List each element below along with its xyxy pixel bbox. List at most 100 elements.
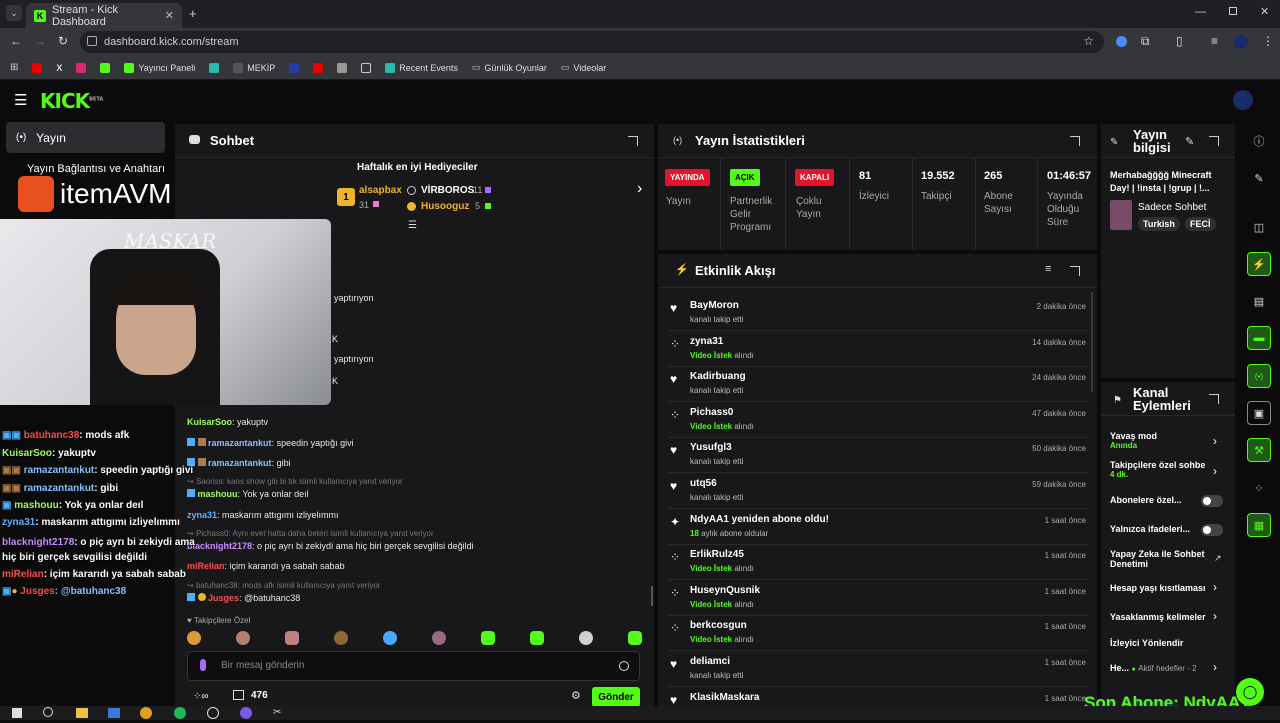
spotify-icon[interactable] (174, 707, 186, 719)
edit-pencil-icon[interactable]: ✎ (1185, 135, 1194, 148)
pin-icon[interactable]: ☰ (408, 220, 417, 231)
bookmark-teal[interactable] (209, 62, 220, 73)
bookmark-red[interactable] (313, 62, 324, 73)
chat-settings-gear-icon[interactable]: ⚙ (571, 689, 581, 702)
chrome-icon[interactable] (140, 707, 152, 719)
activity-user[interactable]: zyna31 (690, 336, 723, 347)
chevron-right-icon[interactable]: › (1213, 464, 1217, 478)
emote[interactable] (579, 631, 593, 645)
edit-icon[interactable]: ✎ (1247, 166, 1271, 190)
windows-start-icon[interactable] (12, 708, 22, 718)
kick-points-icon[interactable]: ⁘∞ (193, 691, 209, 702)
emote[interactable] (383, 631, 397, 645)
bookmark-videolar[interactable]: ▭ Videolar (561, 62, 606, 73)
profile-avatar[interactable] (1234, 35, 1248, 49)
browser-tab[interactable]: K Stream - Kick Dashboard ✕ (26, 3, 182, 28)
gifters-next-chevron-icon[interactable]: › (637, 180, 642, 198)
bookmark-blue[interactable] (289, 62, 300, 73)
chat-popout-icon[interactable] (628, 136, 638, 146)
activity-user[interactable]: Kadirbuang (690, 371, 746, 382)
store-icon[interactable] (233, 690, 244, 700)
external-link-icon[interactable]: ↗ (1214, 553, 1222, 564)
info-icon[interactable]: ⓘ (1247, 129, 1271, 153)
bookmark-yayinci-paneli[interactable]: Yayıncı Paneli (124, 62, 195, 73)
youtube-bookmark[interactable] (32, 62, 43, 73)
mail-icon[interactable] (108, 708, 120, 718)
activity-popout-icon[interactable] (1070, 266, 1080, 276)
kick-bookmark[interactable] (100, 62, 111, 73)
action-raid[interactable]: İzleyici Yönlendir (1110, 638, 1183, 648)
queue-icon[interactable]: ≡ (1211, 34, 1218, 48)
emote[interactable] (481, 631, 495, 645)
emote[interactable] (187, 631, 201, 645)
nav-item-yayin[interactable]: (•) Yayın (6, 122, 165, 153)
apps-icon[interactable]: ⊞ (10, 62, 18, 73)
bookmark-image[interactable] (361, 62, 372, 73)
activity-user[interactable]: HuseynQusnik (690, 585, 760, 596)
filter-icon[interactable]: ≡ (1045, 263, 1051, 275)
activity-user[interactable]: BayMoron (690, 300, 739, 311)
reload-icon[interactable]: ↻ (58, 34, 68, 48)
new-tab-icon[interactable]: + (189, 6, 197, 21)
lightning-icon[interactable]: ⚡ (1247, 252, 1271, 276)
capcut-icon[interactable]: ✂ (273, 707, 281, 718)
bookmark-recent-events[interactable]: Recent Events (385, 62, 458, 73)
activity-user[interactable]: KlasikMaskara (690, 692, 760, 703)
activity-user[interactable]: berkcosgun (690, 620, 747, 631)
emote[interactable] (236, 631, 250, 645)
chat-icon[interactable]: ▬ (1247, 326, 1271, 350)
minimize-icon[interactable]: — (1195, 6, 1206, 18)
emote[interactable] (285, 631, 299, 645)
document-icon[interactable]: ▤ (1247, 289, 1271, 313)
extension-icon[interactable] (1116, 36, 1127, 47)
bookmark-star-icon[interactable]: ☆ (1083, 34, 1094, 48)
terminal-icon[interactable]: ▣ (1247, 401, 1271, 425)
activity-user[interactable]: Yusufgl3 (690, 442, 732, 453)
chevron-right-icon[interactable]: › (1213, 434, 1217, 448)
tab-close-icon[interactable]: ✕ (165, 9, 174, 22)
microphone-icon[interactable] (200, 659, 206, 671)
stream-info-popout-icon[interactable] (1209, 136, 1219, 146)
restore-icon[interactable] (1229, 7, 1237, 15)
obs-icon[interactable] (207, 707, 219, 719)
file-explorer-icon[interactable] (76, 708, 88, 718)
emote[interactable] (334, 631, 348, 645)
emoji-icon[interactable] (619, 661, 629, 671)
activity-user[interactable]: Pichass0 (690, 407, 733, 418)
browser-menu-icon[interactable]: ⋮ (1262, 34, 1274, 48)
toggle-subscribers-only[interactable] (1201, 495, 1223, 507)
bookmark-mekip[interactable]: MEKİP (233, 62, 275, 73)
bookmark-gray[interactable] (337, 62, 348, 73)
instagram-bookmark[interactable] (76, 62, 87, 73)
emote[interactable] (432, 631, 446, 645)
tab-list-chevron-icon[interactable]: ⌄ (6, 5, 22, 21)
broadcast-icon[interactable]: (•) (1247, 364, 1271, 388)
send-button[interactable]: Gönder (592, 687, 640, 707)
activity-user[interactable]: ErlikRulz45 (690, 549, 744, 560)
back-icon[interactable]: ← (10, 34, 22, 48)
action-slow-mode[interactable]: Yavaş mod Anında (1110, 431, 1157, 450)
action-account-age[interactable]: Hesap yaşı kısıtlaması (1110, 583, 1208, 593)
forward-icon[interactable]: → (34, 34, 46, 48)
activity-user[interactable]: NdyAA1 yeniden abone oldu! (690, 514, 829, 525)
site-info-icon[interactable] (87, 36, 97, 46)
toggle-emote-only[interactable] (1201, 524, 1223, 536)
sidepanel-icon[interactable]: ▯ (1176, 34, 1183, 48)
user-avatar[interactable] (1233, 90, 1253, 110)
chevron-right-icon[interactable]: › (1213, 609, 1217, 623)
action-banned-words[interactable]: Yasaklanmış kelimeler (1110, 612, 1208, 622)
chat-input[interactable]: Bir mesaj gönderin (187, 651, 640, 681)
address-bar[interactable]: dashboard.kick.com/stream ☆ (80, 31, 1104, 53)
app-icon[interactable] (240, 707, 252, 719)
activity-user[interactable]: deliamci (690, 656, 730, 667)
chevron-right-icon[interactable]: › (1213, 580, 1217, 594)
wrench-icon[interactable]: ⚒ (1247, 438, 1271, 462)
activity-user[interactable]: utq56 (690, 478, 717, 489)
stats-popout-icon[interactable] (1070, 136, 1080, 146)
clip-icon[interactable]: ▦ (1247, 513, 1271, 537)
help-chat-icon[interactable]: ◯ (1236, 678, 1264, 706)
bookmark-gunluk-oyunlar[interactable]: ▭ Günlük Oyunlar (472, 62, 547, 73)
emote[interactable] (628, 631, 642, 645)
kick-logo[interactable]: KICKBETA (40, 89, 103, 113)
camera-icon[interactable]: ◫ (1247, 215, 1271, 239)
